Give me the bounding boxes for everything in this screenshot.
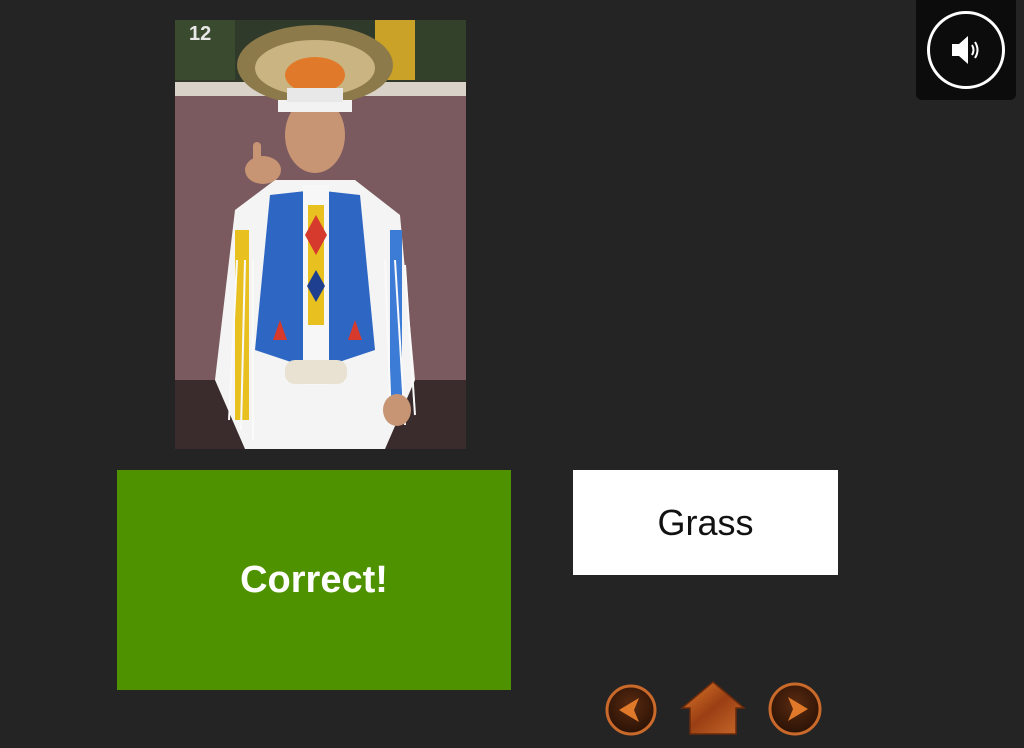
dancer-photo: 12 — [175, 20, 466, 449]
next-button[interactable] — [768, 682, 822, 736]
audio-button-ring — [927, 11, 1005, 89]
audio-button[interactable] — [916, 0, 1016, 100]
home-icon — [680, 681, 746, 735]
feedback-correct-box: Correct! — [117, 470, 511, 690]
answer-label: Grass — [657, 501, 754, 543]
arrow-left-icon — [605, 684, 657, 736]
previous-button[interactable] — [605, 684, 657, 736]
answer-choice-button[interactable]: Grass — [573, 470, 838, 575]
home-button[interactable] — [680, 680, 746, 736]
dancer-illustration: 12 — [175, 20, 466, 449]
quiz-screen: 12 Correct! Grass — [0, 0, 1024, 748]
feedback-label: Correct! — [240, 558, 388, 601]
arrow-right-icon — [768, 682, 822, 736]
jersey-number: 12 — [189, 23, 211, 45]
speaker-icon — [952, 36, 979, 64]
